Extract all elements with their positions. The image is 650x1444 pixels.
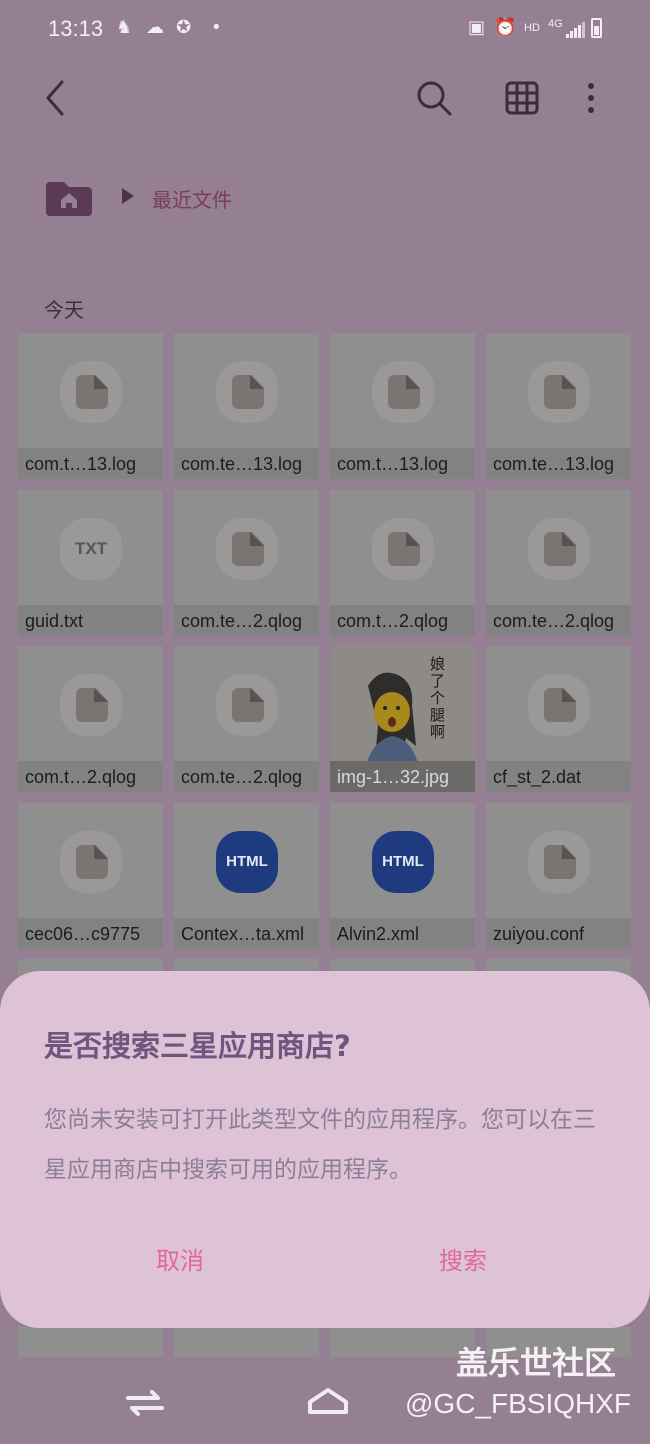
file-name: com.t…2.qlog xyxy=(337,611,449,631)
back-button[interactable] xyxy=(40,78,74,118)
search-icon xyxy=(417,81,452,116)
file-tile[interactable]: com.te…13.log xyxy=(174,333,319,479)
file-tile[interactable]: cf_st_2.dat xyxy=(486,646,631,792)
file-tile[interactable]: com.te…2.qlog xyxy=(174,490,319,636)
watermark-title: 盖乐世社区 xyxy=(456,1344,617,1382)
store-search-dialog: 是否搜索三星应用商店? 您尚未安装可打开此类型文件的应用程序。您可以在三星应用商… xyxy=(0,971,650,1328)
txt-file-icon: TXT xyxy=(74,539,108,558)
battery-icon xyxy=(591,18,602,38)
image-handwritten-caption: 娘了个腿啊 xyxy=(430,655,446,741)
watermark-handle: @GC_FBSIQHXF xyxy=(405,1388,632,1419)
file-tile-partial[interactable] xyxy=(18,1327,163,1357)
file-name: com.te…2.qlog xyxy=(181,767,303,787)
file-name: com.t…13.log xyxy=(337,454,449,474)
breadcrumb-home-button[interactable] xyxy=(46,178,92,216)
alarm-icon: ⏰ xyxy=(494,17,517,38)
breadcrumb-arrow-icon xyxy=(122,188,134,204)
html-file-icon: HTML xyxy=(216,831,278,893)
file-tile[interactable]: com.t…2.qlog xyxy=(18,646,163,792)
recent-apps-button[interactable] xyxy=(124,1388,166,1416)
home-nav-button[interactable] xyxy=(306,1386,350,1416)
file-name: com.t…2.qlog xyxy=(25,767,137,787)
file-tile[interactable]: cec06…c9775 xyxy=(18,803,163,949)
file-tile-partial[interactable] xyxy=(330,1327,475,1357)
file-tile[interactable]: TXT guid.txt xyxy=(18,490,163,636)
app-logo-icon: ✪ xyxy=(176,17,192,38)
dialog-message: 您尚未安装可打开此类型文件的应用程序。您可以在三星应用商店中搜索可用的应用程序。 xyxy=(44,1107,596,1183)
recent-apps-icon xyxy=(126,1390,164,1416)
file-tile-partial[interactable] xyxy=(174,1327,319,1357)
home-folder-icon xyxy=(46,182,92,216)
breadcrumb-current[interactable]: 最近文件 xyxy=(152,184,232,213)
file-tile[interactable]: com.te…2.qlog xyxy=(486,490,631,636)
message-icon: ▣ xyxy=(468,17,486,38)
file-tile[interactable]: com.t…13.log xyxy=(18,333,163,479)
file-name: Alvin2.xml xyxy=(337,924,420,944)
file-tile[interactable]: com.te…13.log xyxy=(486,333,631,479)
file-name: img-1…32.jpg xyxy=(337,767,450,787)
breadcrumb: 最近文件 xyxy=(46,178,446,218)
dialog-title: 是否搜索三星应用商店? xyxy=(44,1029,351,1063)
file-name: Contex…ta.xml xyxy=(181,924,305,944)
file-name: cec06…c9775 xyxy=(25,924,141,944)
search-button[interactable] xyxy=(414,78,454,118)
hd-indicator: HD xyxy=(524,22,540,34)
file-name: com.te…2.qlog xyxy=(181,611,303,631)
cloud-icon: ☁ xyxy=(146,17,164,38)
grid-view-button[interactable] xyxy=(502,78,542,118)
home-icon xyxy=(308,1388,348,1414)
status-time: 13:13 xyxy=(48,16,104,41)
signal-icon xyxy=(566,22,585,38)
file-name: com.te…13.log xyxy=(181,454,303,474)
file-name: guid.txt xyxy=(25,611,84,631)
file-name: cf_st_2.dat xyxy=(493,767,582,787)
file-tile[interactable]: HTML Alvin2.xml xyxy=(330,803,475,949)
file-name: com.te…2.qlog xyxy=(493,611,615,631)
file-name: com.te…13.log xyxy=(493,454,615,474)
cancel-button[interactable]: 取消 xyxy=(156,1241,204,1276)
search-store-button[interactable]: 搜索 xyxy=(439,1241,487,1276)
file-name: com.t…13.log xyxy=(25,454,137,474)
file-tile[interactable]: HTML Contex…ta.xml xyxy=(174,803,319,949)
file-tile[interactable]: com.t…2.qlog xyxy=(330,490,475,636)
chevron-left-icon xyxy=(46,80,64,116)
more-options-button[interactable] xyxy=(576,78,606,118)
grid-view-icon xyxy=(505,81,539,115)
status-bar: 13:13 ♞ ☁ ✪ • ▣ ⏰ HD 4G xyxy=(0,0,650,60)
section-title-today: 今天 xyxy=(44,298,84,322)
file-tile[interactable]: zuiyou.conf xyxy=(486,803,631,949)
app-notification-icon: ♞ xyxy=(116,17,133,38)
network-type: 4G xyxy=(548,18,563,30)
file-name: zuiyou.conf xyxy=(493,924,585,944)
dot-icon: • xyxy=(211,17,222,38)
more-vertical-icon xyxy=(588,83,594,113)
file-tile[interactable]: com.t…13.log xyxy=(330,333,475,479)
html-file-icon: HTML xyxy=(372,831,434,893)
file-tile[interactable]: com.te…2.qlog xyxy=(174,646,319,792)
file-tile[interactable]: 娘了个腿啊 img-1…32.jpg xyxy=(330,646,475,792)
